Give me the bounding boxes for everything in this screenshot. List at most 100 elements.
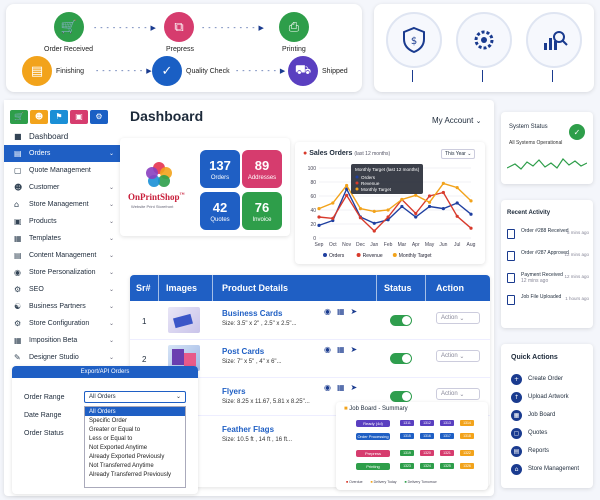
sidebar-item-store-management[interactable]: ⌂ Store Management ⌄ xyxy=(4,196,120,213)
job-cell[interactable]: 1311 xyxy=(400,420,414,426)
order-range-select[interactable]: All Orders ⌄ xyxy=(84,391,186,403)
job-cell[interactable]: 1318 xyxy=(460,433,474,439)
settings-tab-icon[interactable]: ⚙ xyxy=(90,110,108,124)
dropdown-option[interactable]: Greater or Equal to xyxy=(85,425,185,434)
tag-tab-icon[interactable]: ⚑ xyxy=(50,110,68,124)
job-cell[interactable]: 1312 xyxy=(420,420,434,426)
sidebar-item-seo[interactable]: ⚙ SEO ⌄ xyxy=(4,281,120,298)
dropdown-option[interactable]: Already Transferred Previously xyxy=(85,470,185,479)
sidebar-item-imposition-beta[interactable]: ▦ Imposition Beta ⌄ xyxy=(4,332,120,349)
export-orders-panel: Export/API Orders Order Range All Orders… xyxy=(12,366,198,494)
job-cell[interactable]: 1317 xyxy=(440,433,454,439)
job-cell[interactable]: 1321 xyxy=(440,450,454,456)
activity-item[interactable]: Job File Uploaded 1 hours ago xyxy=(507,294,589,316)
invoice-stat[interactable]: 76 Invoice xyxy=(242,192,282,230)
sidebar-item-templates[interactable]: ▦ Templates ⌄ xyxy=(4,230,120,247)
sidebar-item-quote-management[interactable]: ▢ Quote Management xyxy=(4,162,120,179)
content-icon: ▤ xyxy=(14,251,22,260)
sidebar-item-orders[interactable]: ▤ Orders ⌄ xyxy=(4,145,120,162)
sidebar-item-designer-studio[interactable]: ✎ Designer Studio ⌄ xyxy=(4,349,120,366)
job-cell[interactable]: 1320 xyxy=(420,450,434,456)
series-line-revenue xyxy=(318,191,472,232)
sidebar-item-customer[interactable]: ☻ Customer ⌄ xyxy=(4,179,120,196)
box-tab-icon[interactable]: ▣ xyxy=(70,110,88,124)
product-name-link[interactable]: Post Cards xyxy=(222,347,282,356)
rocket-icon[interactable]: ➤ xyxy=(351,345,358,354)
job-cell[interactable]: 1325 xyxy=(440,463,454,469)
view-icon[interactable]: ◉ xyxy=(324,345,331,354)
job-cell[interactable]: 1313 xyxy=(440,420,454,426)
dropdown-option[interactable]: Not Exported Anytime xyxy=(85,443,185,452)
job-board-title: ■ Job Board - Summary xyxy=(344,406,408,412)
row-icons: ◉ ▦ ➤ xyxy=(324,345,357,354)
product-name-link[interactable]: Flyers xyxy=(222,387,310,396)
sidebar-item-store-configuration[interactable]: ⚙ Store Configuration ⌄ xyxy=(4,315,120,332)
config-icon: ⚙ xyxy=(14,319,22,328)
job-cell[interactable]: 1322 xyxy=(460,450,474,456)
dropdown-option[interactable]: Less or Equal to xyxy=(85,434,185,443)
sidebar-item-content-management[interactable]: ▤ Content Management ⌄ xyxy=(4,247,120,264)
activity-item[interactable]: Payment Received 12 mins ago 12 mins ago xyxy=(507,272,589,294)
job-cell[interactable]: 1323 xyxy=(400,463,414,469)
sidebar-item-label: Business Partners xyxy=(29,303,86,310)
job-cell[interactable]: 1324 xyxy=(420,463,434,469)
job-cell[interactable]: 1314 xyxy=(460,420,474,426)
status-toggle[interactable] xyxy=(390,391,412,402)
sidebar-item-business-partners[interactable]: ☯ Business Partners ⌄ xyxy=(4,298,120,315)
product-name-link[interactable]: Feather Flags xyxy=(222,425,292,434)
row-icons: ◉ ▦ ➤ xyxy=(324,383,357,392)
legend-marker xyxy=(392,253,397,257)
orders-stat[interactable]: 137 Orders xyxy=(200,150,240,188)
cart-tab-icon[interactable]: 🛒 xyxy=(10,110,28,124)
quick-action-quotes[interactable]: ▢ Quotes xyxy=(511,424,579,442)
document-icon xyxy=(507,251,515,261)
view-icon[interactable]: ◉ xyxy=(324,307,331,316)
quick-action-job-board[interactable]: ▦ Job Board xyxy=(511,406,579,424)
status-toggle[interactable] xyxy=(390,315,412,326)
user-tab-icon[interactable]: ☻ xyxy=(30,110,48,124)
quick-action-upload-artwork[interactable]: ↑ Upload Artwork xyxy=(511,388,579,406)
rocket-icon[interactable]: ➤ xyxy=(351,307,358,316)
data-point xyxy=(386,215,390,219)
quick-action-reports[interactable]: ▤ Reports xyxy=(511,442,579,460)
calculator-icon[interactable]: ▦ xyxy=(337,307,345,316)
chevron-down-icon: ⌄ xyxy=(475,118,482,125)
job-board-legend: ■ Overdue ■ Delivery Today ■ Delivery To… xyxy=(346,480,437,484)
product-name-link[interactable]: Business Cards xyxy=(222,309,297,318)
calculator-icon[interactable]: ▦ xyxy=(337,345,345,354)
activity-item[interactable]: Order #288 Received 5 mins ago xyxy=(507,228,589,250)
dropdown-option[interactable]: Specific Order xyxy=(85,416,185,425)
sidebar-item-label: Store Management xyxy=(29,201,89,208)
quick-action-create-order[interactable]: + Create Order xyxy=(511,370,579,388)
action-select[interactable]: Action ⌄ xyxy=(436,350,480,362)
sidebar-item-products[interactable]: ▣ Products ⌄ xyxy=(4,213,120,230)
svg-text:$: $ xyxy=(411,36,417,47)
sidebar-menu: ■ Dashboard ▤ Orders ⌄ ▢ Quote Management ☻ C… xyxy=(4,128,120,366)
action-select[interactable]: Action ⌄ xyxy=(436,388,480,400)
job-cell[interactable]: 1316 xyxy=(420,433,434,439)
dropdown-option[interactable]: Not Transferred Anytime xyxy=(85,461,185,470)
quick-actions-title: Quick Actions xyxy=(511,354,558,361)
status-toggle[interactable] xyxy=(390,353,412,364)
dropdown-option[interactable]: All Orders xyxy=(85,407,185,416)
quick-action-store-management[interactable]: ⌂ Store Management xyxy=(511,460,579,478)
chevron-down-icon: ⌄ xyxy=(108,202,114,208)
view-icon[interactable]: ◉ xyxy=(324,383,331,392)
my-account-menu[interactable]: My Account ⌄ xyxy=(432,116,481,125)
rocket-icon[interactable]: ➤ xyxy=(351,383,358,392)
job-cell[interactable]: 1326 xyxy=(460,463,474,469)
workflow-step-label: Finishing xyxy=(56,68,85,75)
quotes-stat[interactable]: 42 Quotes xyxy=(200,192,240,230)
dropdown-option[interactable]: Already Exported Previously xyxy=(85,452,185,461)
job-cell[interactable]: 1315 xyxy=(400,433,414,439)
addresses-stat[interactable]: 89 Addresses xyxy=(242,150,282,188)
product-size: Size: 8.25 x 11.67, 5.81 x 8.25"... xyxy=(222,399,310,405)
action-select[interactable]: Action ⌄ xyxy=(436,312,480,324)
calculator-icon[interactable]: ▦ xyxy=(337,383,345,392)
data-point xyxy=(331,216,335,220)
activity-item[interactable]: Order #287 Approved 12 mins ago xyxy=(507,250,589,272)
job-cell[interactable]: 1319 xyxy=(400,450,414,456)
sidebar-item-label: Quote Management xyxy=(29,167,91,174)
sidebar-item-store-personalization[interactable]: ◉ Store Personalization ⌄ xyxy=(4,264,120,281)
sidebar-item-dashboard[interactable]: ■ Dashboard xyxy=(4,128,120,145)
